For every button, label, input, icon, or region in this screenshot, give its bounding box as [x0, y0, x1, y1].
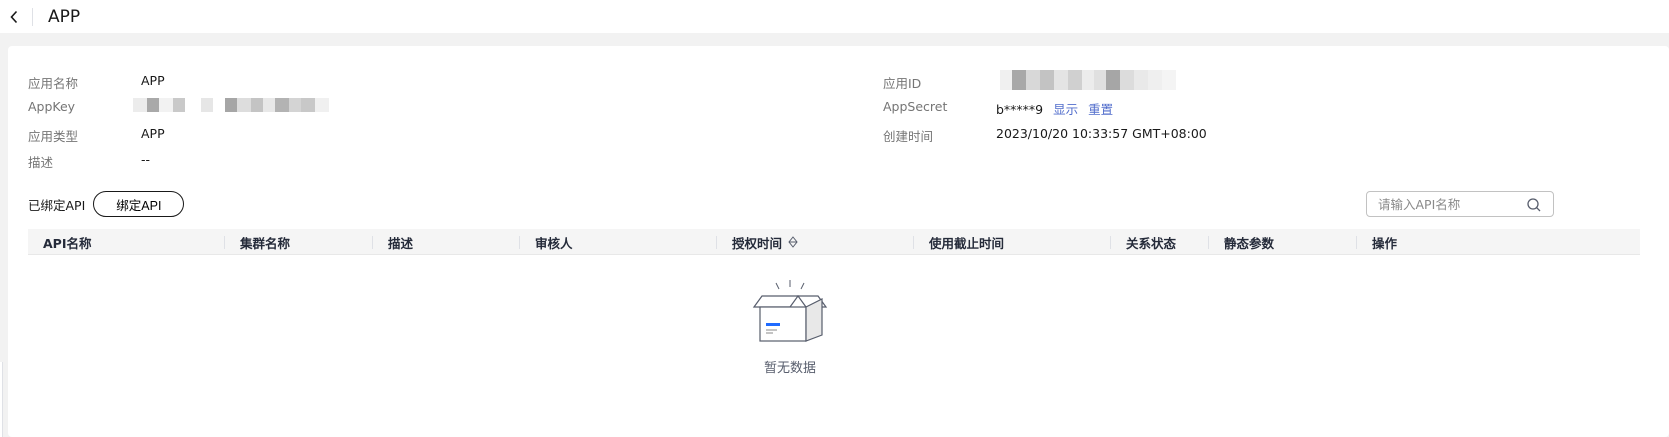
app-detail-card: 应用名称 APP AppKey 应用类型 APP 描述 -- 应用ID AppS… [8, 46, 1669, 437]
back-button[interactable] [3, 6, 25, 28]
column-description: 描述 [372, 229, 413, 255]
description-value: -- [141, 152, 151, 167]
app-name-value: APP [141, 73, 165, 88]
chevron-left-icon [10, 10, 18, 23]
app-name-label: 应用名称 [28, 76, 79, 91]
empty-state-text: 暂无数据 [763, 361, 816, 376]
description-label: 描述 [28, 155, 54, 170]
bound-api-label: 已绑定API [28, 197, 86, 213]
appsecret-row: b*****9 显示 重置 [996, 99, 1113, 118]
column-cluster-name: 集群名称 [224, 229, 290, 255]
page-title: APP [48, 6, 81, 27]
appkey-label: AppKey [28, 99, 76, 114]
show-secret-link[interactable]: 显示 [1053, 102, 1078, 117]
appsecret-value: b*****9 [996, 102, 1044, 117]
column-reviewer: 审核人 [519, 229, 573, 255]
created-time-value: 2023/10/20 10:33:57 GMT+08:00 [996, 126, 1207, 141]
column-actions: 操作 [1356, 229, 1397, 255]
search-icon[interactable] [1526, 197, 1542, 213]
api-search-box[interactable] [1366, 191, 1554, 217]
column-api-name: API名称 [43, 235, 92, 251]
app-id-masked-value [1000, 70, 1176, 90]
empty-box-icon [752, 280, 828, 342]
app-type-label: 应用类型 [28, 129, 79, 144]
api-table-header: API名称 集群名称 描述 审核人 授权时间 使用截止时间 关系状态 静态参数 … [28, 229, 1640, 255]
api-search-input[interactable] [1378, 196, 1518, 212]
column-expiry-time: 使用截止时间 [913, 229, 1004, 255]
created-time-label: 创建时间 [883, 129, 934, 144]
app-type-value: APP [141, 126, 165, 141]
column-static-params: 静态参数 [1208, 229, 1274, 255]
column-relation-status: 关系状态 [1110, 229, 1176, 255]
reset-secret-link[interactable]: 重置 [1088, 102, 1113, 117]
top-bar: APP [0, 0, 1669, 33]
side-panel-edge [0, 362, 3, 437]
column-authorization-time[interactable]: 授权时间 [716, 229, 798, 255]
bound-api-header: 已绑定API 绑定API [28, 191, 185, 217]
sort-icon[interactable] [788, 236, 798, 248]
header-divider [32, 7, 33, 26]
bind-api-button[interactable]: 绑定API [93, 191, 185, 217]
app-id-label: 应用ID [883, 76, 922, 91]
appsecret-label: AppSecret [883, 99, 948, 114]
empty-state: 暂无数据 [735, 279, 845, 376]
appkey-masked-value [133, 98, 329, 112]
